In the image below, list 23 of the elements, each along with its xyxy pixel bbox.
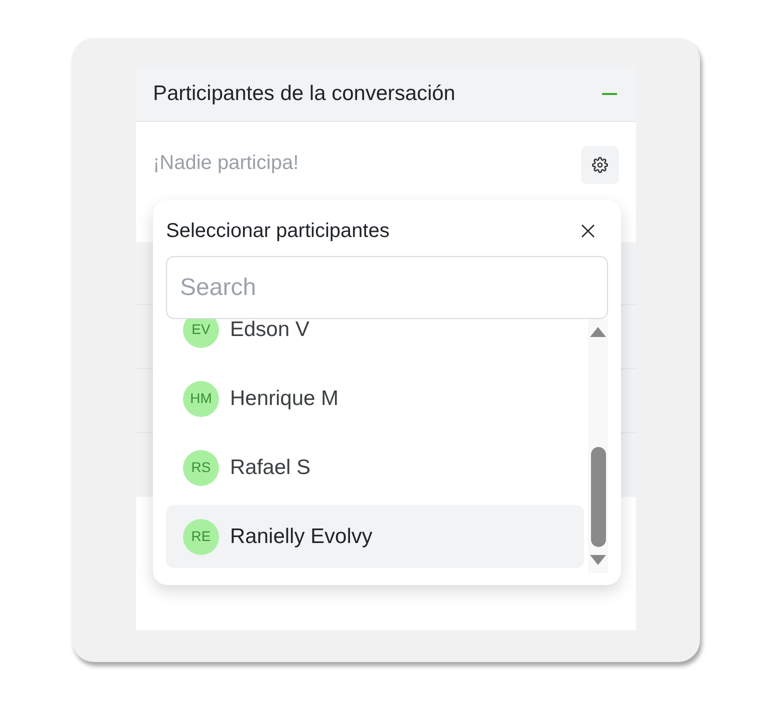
scroll-down-icon (590, 555, 606, 565)
scrollbar-thumb[interactable] (590, 447, 606, 547)
settings-icon (592, 157, 608, 173)
scroll-up-icon (590, 327, 606, 337)
participant-item[interactable]: RE Ranielly Evolvy (166, 505, 584, 568)
empty-message: ¡Nadie participa! (153, 151, 299, 176)
participant-name: Henrique M (230, 386, 339, 412)
close-icon (581, 224, 595, 238)
scrollbar[interactable] (588, 319, 608, 573)
participant-name: Rafael S (230, 454, 311, 481)
participant-item[interactable]: HM Henrique M (166, 367, 584, 430)
avatar: RE (183, 518, 219, 554)
avatar: RS (183, 450, 219, 486)
avatar: EV (183, 319, 219, 348)
search-field[interactable]: Search (166, 256, 608, 319)
panel-title: Participantes de la conversación (153, 80, 456, 107)
settings-button[interactable] (581, 146, 619, 184)
participant-name: Edson V (230, 319, 310, 343)
popover-title: Seleccionar participantes (166, 219, 390, 244)
participant-item[interactable]: RS Rafael S (166, 436, 584, 499)
participant-name: Ranielly Evolvy (230, 524, 372, 550)
avatar: HM (183, 380, 219, 416)
participant-item[interactable]: EV Edson V (166, 319, 584, 361)
